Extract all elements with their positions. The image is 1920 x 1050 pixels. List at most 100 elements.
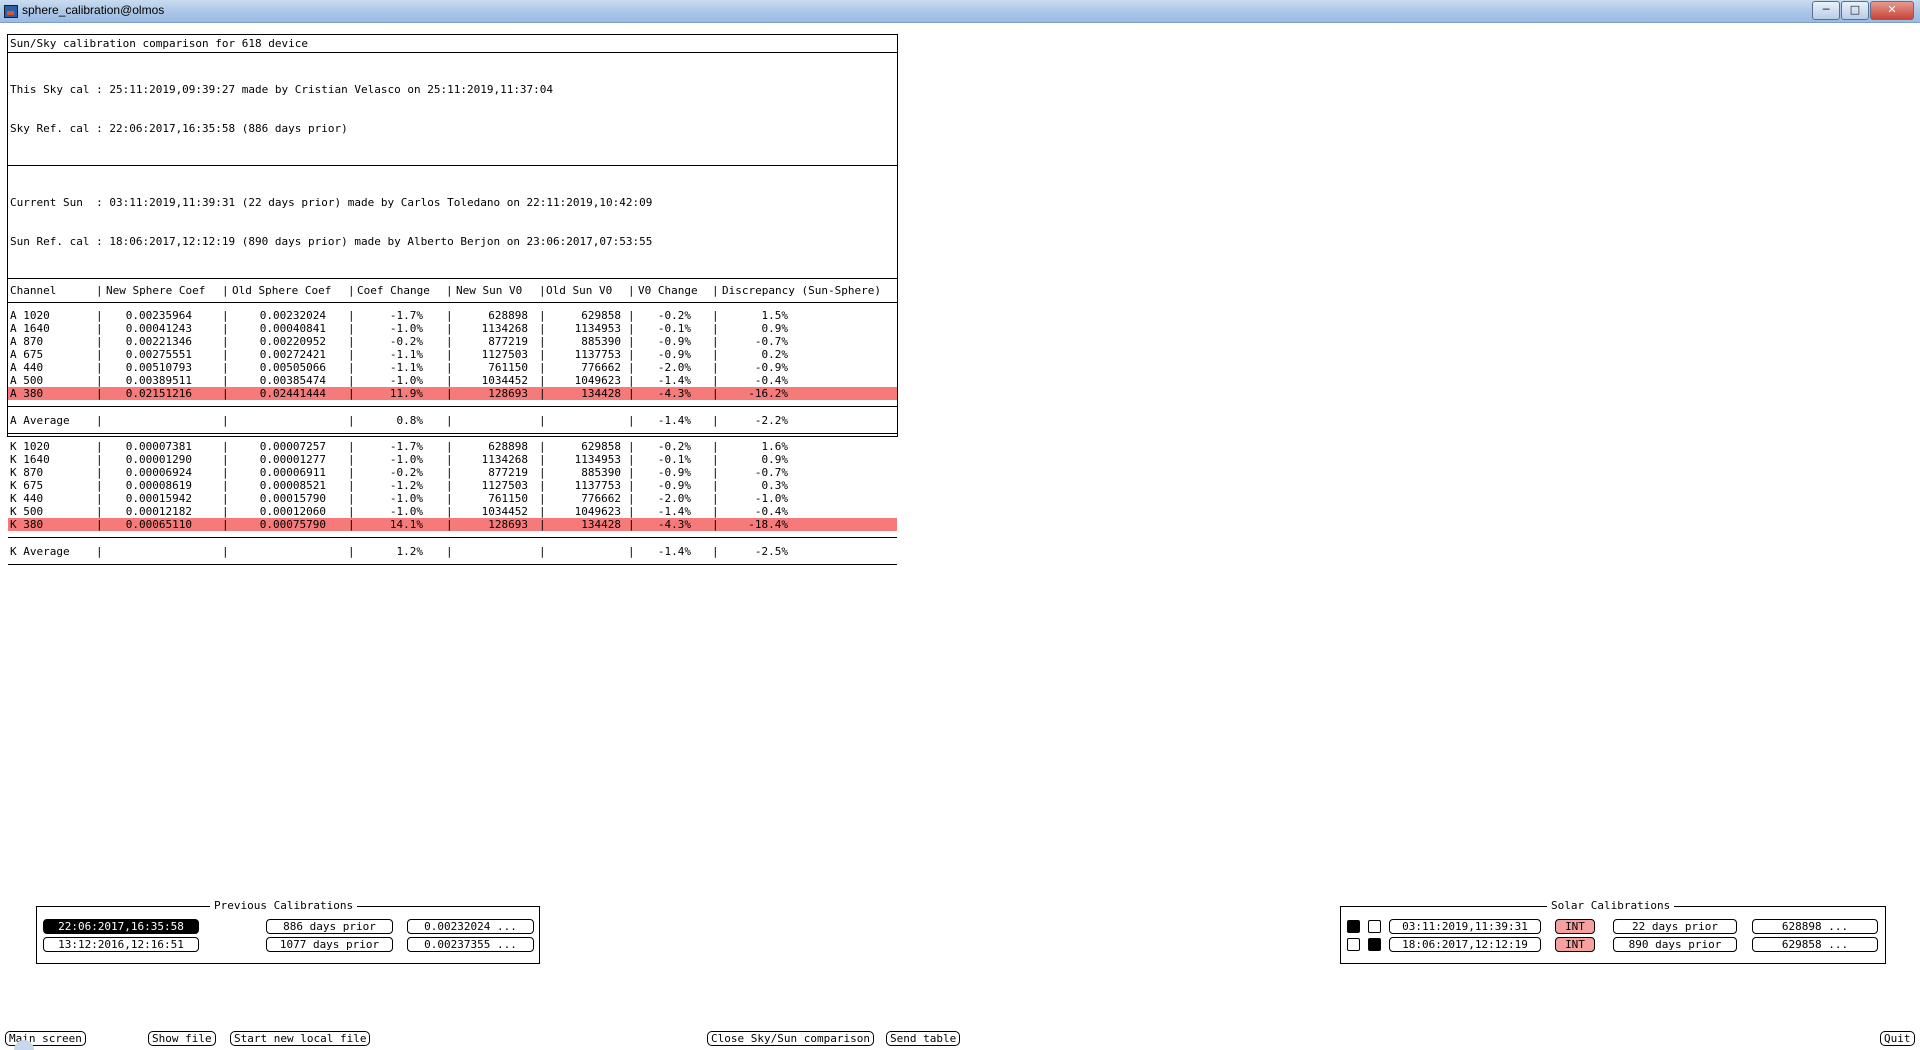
- maximize-button[interactable]: □: [1841, 1, 1869, 20]
- solar-cal-date-button[interactable]: 03:11:2019,11:39:31: [1389, 919, 1541, 934]
- cell-coef-change: 11.9%: [389, 387, 423, 400]
- previous-cal-days-button[interactable]: 1077 days prior: [266, 937, 393, 952]
- previous-cal-coef-button[interactable]: 0.00232024 ...: [407, 919, 534, 934]
- send-table-button[interactable]: Send table: [886, 1031, 961, 1046]
- cell-new-sun-v0: 1127503: [481, 479, 528, 492]
- average-cell-coef-change: 1.2%: [396, 545, 424, 558]
- cell-coef-change: -1.0%: [389, 492, 423, 505]
- solar-cal-v0-button[interactable]: 629858 ...: [1752, 937, 1878, 952]
- column-separator: |: [222, 479, 229, 492]
- close-window-button[interactable]: ✕: [1870, 1, 1914, 20]
- cell-coef-change: -1.2%: [389, 479, 423, 492]
- column-separator: |: [96, 348, 103, 361]
- solar-cal-radio[interactable]: [1347, 920, 1360, 933]
- solar-calibrations-title: Solar Calibrations: [1547, 899, 1675, 912]
- average-cell-v0-change: -1.4%: [657, 545, 691, 558]
- cell-v0-change: -0.1%: [657, 322, 691, 335]
- column-separator: |: [348, 322, 355, 335]
- previous-cal-days-button[interactable]: 886 days prior: [266, 919, 393, 934]
- cell-old-sun-v0: 1049623: [574, 505, 621, 518]
- quit-button[interactable]: Quit: [1880, 1031, 1915, 1046]
- solar-cal-v0-button[interactable]: 628898 ...: [1752, 919, 1878, 934]
- channel-group: A 1020 0.00235964 0.00232024 -1.7% 628898 629…: [8, 303, 897, 407]
- cell-channel: K 500: [10, 505, 44, 518]
- column-separator: |: [348, 545, 355, 558]
- solar-cal-radio[interactable]: [1347, 938, 1360, 951]
- cell-coef-change: -1.0%: [389, 322, 423, 335]
- column-separator: |: [539, 414, 546, 427]
- cell-discrepancy: -0.9%: [754, 361, 788, 374]
- column-separator: |: [96, 322, 103, 335]
- column-separator: |: [446, 348, 453, 361]
- solar-cal-int-tag[interactable]: INT: [1555, 937, 1595, 952]
- average-cell-coef-change: 0.8%: [396, 414, 424, 427]
- cell-new-sphere-coef: 0.00006924: [125, 466, 192, 479]
- solar-cal-int-tag[interactable]: INT: [1555, 919, 1595, 934]
- window-titlebar[interactable]: sphere_calibration@olmos ─ □ ✕: [0, 0, 1920, 23]
- column-separator: |: [539, 348, 546, 361]
- column-separator: |: [628, 284, 635, 297]
- cell-v0-change: -0.2%: [657, 440, 691, 453]
- solar-ref-radio[interactable]: [1368, 920, 1381, 933]
- column-separator: |: [446, 414, 453, 427]
- column-separator: |: [222, 545, 229, 558]
- cell-new-sun-v0: 128693: [488, 518, 528, 531]
- solar-cal-days-button[interactable]: 22 days prior: [1613, 919, 1737, 934]
- cell-old-sphere-coef: 0.00012060: [259, 505, 326, 518]
- column-separator: |: [96, 466, 103, 479]
- column-separator: |: [222, 374, 229, 387]
- cell-channel: K 675: [10, 479, 44, 492]
- table-row: K 675 0.00008619 0.00008521 -1.2% 1127503 113…: [8, 479, 897, 492]
- cell-old-sun-v0: 885390: [581, 335, 621, 348]
- column-separator: |: [222, 414, 229, 427]
- column-separator: |: [446, 374, 453, 387]
- channel-group: K 1020 0.00007381 0.00007257 -1.7% 628898 629…: [8, 434, 897, 538]
- cell-old-sphere-coef: 0.00505066: [259, 361, 326, 374]
- column-separator: |: [446, 518, 453, 531]
- previous-cal-coef-button[interactable]: 0.00237355 ...: [407, 937, 534, 952]
- solar-ref-radio[interactable]: [1368, 938, 1381, 951]
- table-row: K 1640 0.00001290 0.00001277 -1.0% 1134268 11…: [8, 453, 897, 466]
- minimize-button[interactable]: ─: [1812, 1, 1840, 20]
- average-section: A Average 0.8% -1.4% -2.2% | | | | | | |: [8, 407, 897, 434]
- column-header: Coef Change: [357, 284, 430, 297]
- column-separator: |: [446, 479, 453, 492]
- previous-cal-date-button[interactable]: 22:06:2017,16:35:58: [43, 919, 199, 934]
- column-separator: |: [446, 361, 453, 374]
- cell-channel: A 380: [10, 387, 44, 400]
- column-header: New Sun V0: [456, 284, 523, 297]
- table-row: K 440 0.00015942 0.00015790 -1.0% 761150 7766…: [8, 492, 897, 505]
- table-header-row: Channel New Sphere Coef Old Sphere Coef Coe…: [8, 284, 897, 297]
- sun-info: Current Sun : 03:11:2019,11:39:31 (22 da…: [8, 166, 897, 279]
- solar-cal-days-button[interactable]: 890 days prior: [1613, 937, 1737, 952]
- cell-coef-change: -1.0%: [389, 505, 423, 518]
- solar-cal-date-button[interactable]: 18:06:2017,12:12:19: [1389, 937, 1541, 952]
- cell-new-sun-v0: 1034452: [481, 374, 528, 387]
- average-cell-v0-change: -1.4%: [657, 414, 691, 427]
- cell-new-sun-v0: 1134268: [481, 322, 528, 335]
- average-cell-channel: A Average: [10, 414, 70, 427]
- show-file-button[interactable]: Show file: [148, 1031, 216, 1046]
- cell-channel: A 870: [10, 335, 44, 348]
- cell-coef-change: -0.2%: [389, 335, 423, 348]
- cell-old-sun-v0: 1137753: [574, 479, 621, 492]
- column-separator: |: [712, 374, 719, 387]
- close-comparison-button[interactable]: Close Sky/Sun comparison: [707, 1031, 874, 1046]
- column-separator: |: [628, 492, 635, 505]
- start-new-local-file-button[interactable]: Start new local file: [230, 1031, 371, 1046]
- comparison-panel: Sun/Sky calibration comparison for 618 d…: [7, 34, 898, 565]
- column-separator: |: [628, 414, 635, 427]
- column-separator: |: [348, 453, 355, 466]
- cell-coef-change: -1.1%: [389, 348, 423, 361]
- column-separator: |: [96, 387, 103, 400]
- cell-discrepancy: -0.4%: [754, 374, 788, 387]
- column-separator: |: [348, 479, 355, 492]
- cell-v0-change: -4.3%: [657, 518, 691, 531]
- column-separator: |: [539, 505, 546, 518]
- column-separator: |: [539, 492, 546, 505]
- column-separator: |: [348, 414, 355, 427]
- previous-calibrations-group: Previous Calibrations 22:06:2017,16:35:5…: [36, 899, 540, 964]
- column-separator: |: [446, 545, 453, 558]
- cell-old-sun-v0: 134428: [581, 387, 621, 400]
- previous-cal-date-button[interactable]: 13:12:2016,12:16:51: [43, 937, 199, 952]
